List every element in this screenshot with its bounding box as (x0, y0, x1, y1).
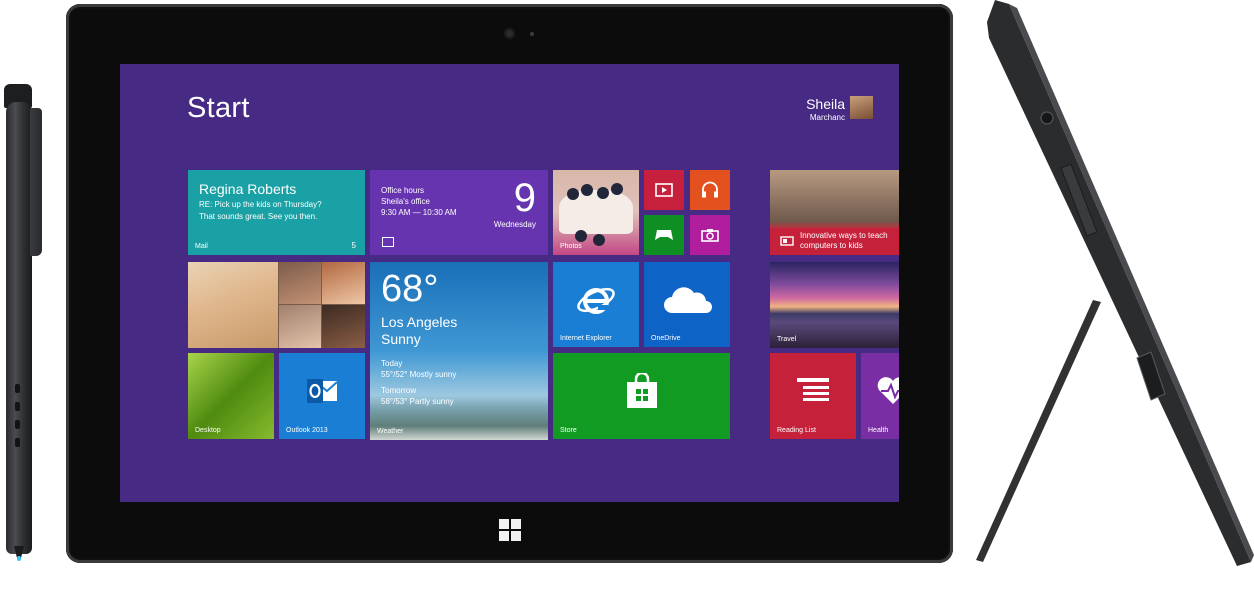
pen-body (6, 102, 32, 554)
tablet-device: Start Sheila Marchanc Regina Roberts RE:… (66, 4, 953, 563)
pen-clip (30, 108, 42, 256)
avatar (850, 96, 873, 119)
person-photo (188, 262, 278, 348)
tile-label: Desktop (195, 427, 221, 434)
blueberry (611, 183, 623, 195)
windows-logo-icon[interactable] (499, 519, 521, 541)
camera-tile[interactable] (690, 215, 730, 255)
mail-tile[interactable]: Regina Roberts RE: Pick up the kids on T… (188, 170, 365, 255)
forecast-tomorrow-value: 58°/53° Partly sunny (381, 397, 454, 406)
news-headline: Innovative ways to teach computers to ki… (800, 231, 888, 250)
headphones-icon (702, 181, 718, 198)
pen-button (15, 402, 20, 411)
mail-count-badge: 5 (351, 241, 356, 250)
video-icon (655, 183, 673, 197)
event-time: 9:30 AM — 10:30 AM (381, 208, 457, 217)
kickstand (976, 300, 1101, 562)
internet-explorer-icon (577, 287, 615, 314)
reading-list-tile[interactable]: Reading List (770, 353, 856, 439)
shopping-bag-icon (626, 373, 657, 408)
news-tile[interactable]: Innovative ways to teach computers to ki… (770, 170, 899, 255)
music-tile[interactable] (690, 170, 730, 210)
user-account[interactable]: Sheila Marchanc (806, 96, 873, 122)
calendar-weekday: Wednesday (493, 220, 536, 229)
games-tile[interactable] (644, 215, 684, 255)
user-name: Sheila (806, 96, 845, 112)
weather-condition: Sunny (381, 331, 421, 347)
tile-label: OneDrive (651, 335, 681, 342)
weather-location: Los Angeles Sunny (381, 314, 457, 348)
tablet-edge-highlight (1009, 4, 1254, 562)
headphone-jack-icon (1040, 111, 1054, 125)
weather-temperature: 68° (381, 268, 439, 310)
tablet-edge (987, 0, 1251, 566)
desktop-tile[interactable]: Desktop (188, 353, 274, 439)
news-icon (780, 236, 794, 246)
tile-label: Reading List (777, 427, 816, 434)
person-photo (322, 305, 365, 348)
travel-tile[interactable]: Travel (770, 262, 899, 348)
event-location: Sheila's office (381, 197, 430, 206)
people-tile[interactable] (188, 262, 365, 348)
forecast-today-value: 55°/52° Mostly sunny (381, 370, 457, 379)
calendar-icon (382, 237, 394, 247)
person-photo (279, 262, 321, 304)
gamepad-icon (655, 230, 673, 240)
forecast-today: Today 55°/52° Mostly sunny (381, 358, 456, 380)
tile-label: Outlook 2013 (286, 427, 328, 434)
pen-tip-light (17, 556, 21, 561)
camera-icon (701, 229, 719, 242)
heart-pulse-icon (877, 377, 899, 404)
tile-label: Weather (377, 428, 404, 435)
tile-label: Photos (560, 243, 582, 250)
forecast-today-label: Today (381, 359, 403, 368)
pen-button (15, 438, 20, 447)
video-tile[interactable] (644, 170, 684, 210)
user-surname: Marchanc (809, 113, 845, 122)
health-tile[interactable]: Health (861, 353, 899, 439)
mail-from: Regina Roberts (199, 181, 297, 197)
blueberry (597, 187, 609, 199)
reading-list-icon (797, 378, 829, 401)
pen-button (15, 384, 20, 393)
light-sensor (530, 32, 534, 36)
cloud-icon (664, 287, 712, 313)
page-title: Start (187, 92, 250, 124)
forecast-tomorrow-label: Tomorrow (381, 386, 417, 395)
forecast-tomorrow: Tomorrow 58°/53° Partly sunny (381, 385, 454, 407)
event-title: Office hours (381, 186, 424, 195)
calendar-day: 9 (513, 176, 536, 220)
calendar-tile[interactable]: Office hours Sheila's office 9:30 AM — 1… (370, 170, 548, 255)
person-photo (279, 305, 321, 348)
mail-subject: RE: Pick up the kids on Thursday? (199, 200, 322, 209)
pen-button (15, 420, 20, 429)
blueberry (581, 184, 593, 196)
tile-label: Travel (777, 336, 797, 343)
outlook-tile[interactable]: Outlook 2013 (279, 353, 365, 439)
internet-explorer-tile[interactable]: Internet Explorer (553, 262, 639, 347)
blueberry (575, 230, 587, 242)
tile-label: Mail (195, 243, 208, 250)
tile-label: Store (560, 427, 577, 434)
weather-tile[interactable]: 68° Los Angeles Sunny Today 55°/52° Most… (370, 262, 548, 440)
front-camera (504, 28, 515, 39)
tablet-side-view (976, 0, 1254, 566)
start-screen: Start Sheila Marchanc Regina Roberts RE:… (120, 64, 899, 502)
person-photo (322, 262, 365, 304)
store-tile[interactable]: Store (553, 353, 730, 439)
tile-label: Health (868, 427, 889, 434)
mail-body: That sounds great. See you then. (199, 212, 318, 221)
mail-preview: RE: Pick up the kids on Thursday? That s… (199, 199, 359, 223)
calendar-event: Office hours Sheila's office 9:30 AM — 1… (381, 185, 457, 218)
photos-tile[interactable]: Photos (553, 170, 639, 255)
outlook-icon (307, 379, 338, 403)
blueberry (567, 188, 579, 200)
tile-label: Internet Explorer (560, 335, 612, 342)
onedrive-tile[interactable]: OneDrive (644, 262, 730, 347)
weather-city: Los Angeles (381, 314, 458, 330)
blueberry (593, 234, 605, 246)
stylus-pen (2, 84, 42, 564)
